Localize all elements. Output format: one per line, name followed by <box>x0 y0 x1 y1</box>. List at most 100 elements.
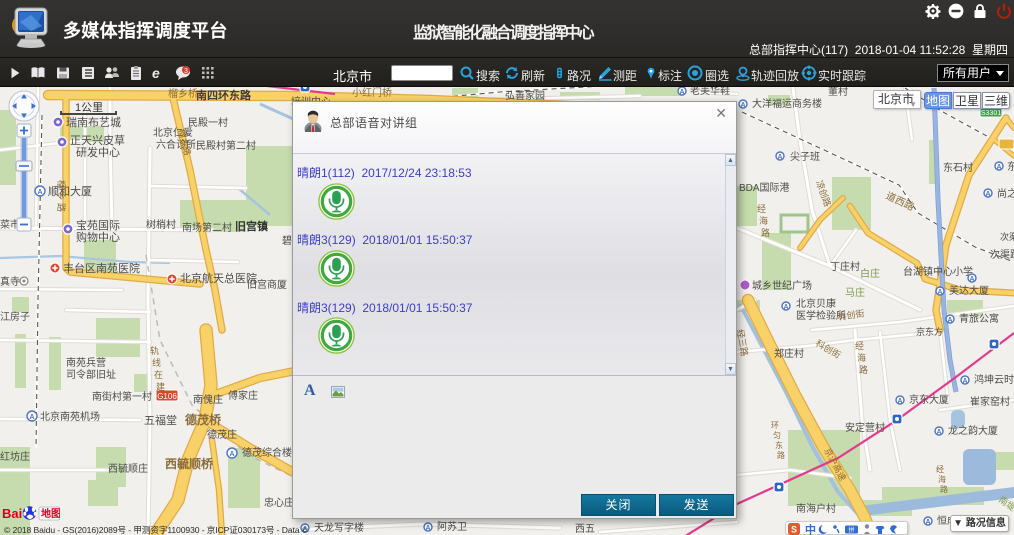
svg-text:G106: G106 <box>157 392 177 401</box>
svg-text:研发中心: 研发中心 <box>76 145 120 159</box>
svg-text:老美华鞋: 老美华鞋 <box>690 87 730 97</box>
svg-text:北京航天总医院: 北京航天总医院 <box>180 271 257 285</box>
svg-text:郑庄村: 郑庄村 <box>774 347 804 360</box>
svg-text:民殿村第二村: 民殿村第二村 <box>196 139 256 152</box>
svg-text:A: A <box>425 525 430 532</box>
svg-text:西五: 西五 <box>575 524 595 535</box>
svg-text:南海户村: 南海户村 <box>796 502 836 515</box>
svg-text:路: 路 <box>940 484 948 494</box>
svg-text:董村: 董村 <box>828 87 848 98</box>
svg-text:中: 中 <box>805 523 816 535</box>
svg-text:海: 海 <box>759 215 768 226</box>
svg-text:BDA国际港: BDA国际港 <box>739 182 790 194</box>
svg-text:A: A <box>740 102 745 109</box>
svg-text:德茂综合楼: 德茂综合楼 <box>242 446 292 459</box>
svg-text:青旅公寓: 青旅公寓 <box>959 312 999 325</box>
svg-text:A: A <box>947 317 952 324</box>
svg-text:马庄: 马庄 <box>845 286 865 299</box>
svg-text:城乡世纪广场: 城乡世纪广场 <box>752 279 812 292</box>
svg-text:次渠路: 次渠路 <box>990 248 1014 261</box>
svg-text:S: S <box>791 525 797 535</box>
svg-text:大洋福运商务楼: 大洋福运商务楼 <box>752 97 822 110</box>
svg-text:宝苑国际: 宝苑国际 <box>76 218 120 232</box>
svg-text:南傀庄: 南傀庄 <box>193 393 223 406</box>
svg-text:榴乡桥: 榴乡桥 <box>168 87 198 100</box>
svg-text:德茂庄: 德茂庄 <box>207 428 237 441</box>
svg-text:民殿一村: 民殿一村 <box>188 116 228 129</box>
svg-text:台湖镇中心小学: 台湖镇中心小学 <box>903 265 973 278</box>
svg-text:西毓顺桥: 西毓顺桥 <box>165 456 214 471</box>
svg-text:经: 经 <box>757 203 766 214</box>
svg-text:A: A <box>962 378 967 385</box>
svg-text:司令部旧址: 司令部旧址 <box>66 368 116 381</box>
svg-text:在: 在 <box>154 369 163 380</box>
svg-text:榴 乡 路: 榴 乡 路 <box>56 180 67 212</box>
svg-text:南苑兵营: 南苑兵营 <box>66 356 106 369</box>
svg-text:崔家窑村: 崔家窑村 <box>970 395 1010 408</box>
svg-text:路: 路 <box>777 450 785 460</box>
svg-text:A: A <box>29 414 34 421</box>
svg-text:瑞南布艺城: 瑞南布艺城 <box>66 115 121 129</box>
svg-text:轨: 轨 <box>150 345 159 356</box>
svg-text:经: 经 <box>855 340 864 351</box>
svg-text:A: A <box>925 519 930 526</box>
svg-text:北京贝康: 北京贝康 <box>796 297 836 310</box>
svg-text:正天兴皮草: 正天兴皮草 <box>70 134 125 147</box>
svg-text:红坊庄: 红坊庄 <box>0 450 30 463</box>
svg-text:南街村第一村: 南街村第一村 <box>92 390 152 403</box>
svg-text:西毓顺庄: 西毓顺庄 <box>108 462 148 475</box>
svg-text:A: A <box>229 451 234 458</box>
svg-text:树梢村: 树梢村 <box>146 218 176 231</box>
svg-text:A: A <box>996 164 1001 171</box>
svg-text:S3301: S3301 <box>981 110 1001 117</box>
svg-text:海: 海 <box>857 352 866 363</box>
svg-text:傅家庄: 傅家庄 <box>228 389 258 402</box>
svg-text:小红门桥: 小红门桥 <box>352 87 392 99</box>
svg-text:真寺: 真寺 <box>0 275 20 288</box>
svg-text:尚之: 尚之 <box>997 187 1014 200</box>
svg-text:A: A <box>936 429 941 436</box>
svg-text:旧宫镇: 旧宫镇 <box>235 219 268 233</box>
svg-text:Bai: Bai <box>2 506 22 521</box>
svg-text:京东大厦: 京东大厦 <box>909 393 949 406</box>
svg-text:海: 海 <box>938 474 946 484</box>
svg-text:尖子班: 尖子班 <box>790 150 820 163</box>
svg-text:南场第二村: 南场第二村 <box>182 221 232 234</box>
svg-text:东: 东 <box>775 440 783 450</box>
svg-text:忠心庄: 忠心庄 <box>264 496 294 509</box>
svg-text:阿苏卫: 阿苏卫 <box>437 520 467 533</box>
svg-text:匀: 匀 <box>773 430 781 440</box>
svg-text:天龙写字楼: 天龙写字楼 <box>314 521 364 534</box>
svg-text:路: 路 <box>859 364 868 375</box>
svg-text:五福堂: 五福堂 <box>144 413 177 427</box>
svg-text:拼: 拼 <box>848 526 854 534</box>
svg-text:鸿坤云时代: 鸿坤云时代 <box>974 373 1014 386</box>
svg-text:A: A <box>985 191 990 198</box>
svg-text:e: e <box>152 65 160 81</box>
svg-text:环: 环 <box>771 421 779 430</box>
svg-text:线: 线 <box>152 357 161 368</box>
svg-text:龙之韵大厦: 龙之韵大厦 <box>948 424 998 437</box>
svg-text:京东方: 京东方 <box>916 326 943 337</box>
svg-text:购物中心: 购物中心 <box>76 230 120 244</box>
svg-text:建: 建 <box>156 381 165 392</box>
svg-text:次渠: 次渠 <box>1000 231 1014 242</box>
svg-text:A: A <box>969 276 974 283</box>
svg-text:丁庄村: 丁庄村 <box>830 260 860 273</box>
svg-text:美达大厦: 美达大厦 <box>949 284 989 297</box>
svg-text:南四环东路: 南四环东路 <box>196 88 252 102</box>
svg-text:德茂桥: 德茂桥 <box>185 412 222 427</box>
svg-text:白庄: 白庄 <box>860 267 880 280</box>
svg-text:北京南苑机场: 北京南苑机场 <box>40 410 100 423</box>
svg-text:安定营村: 安定营村 <box>845 421 885 434</box>
svg-text:A: A <box>679 89 684 96</box>
svg-text:丰台区南苑医院: 丰台区南苑医院 <box>63 261 140 275</box>
svg-text:3: 3 <box>184 68 188 75</box>
svg-text:路: 路 <box>761 227 770 238</box>
svg-text:东石村: 东石村 <box>943 161 973 174</box>
svg-text:江房子: 江房子 <box>0 310 30 323</box>
svg-text:经: 经 <box>936 464 944 474</box>
svg-text:东: 东 <box>1007 160 1014 173</box>
svg-text:A: A <box>937 289 942 296</box>
svg-text:A: A <box>897 398 902 405</box>
